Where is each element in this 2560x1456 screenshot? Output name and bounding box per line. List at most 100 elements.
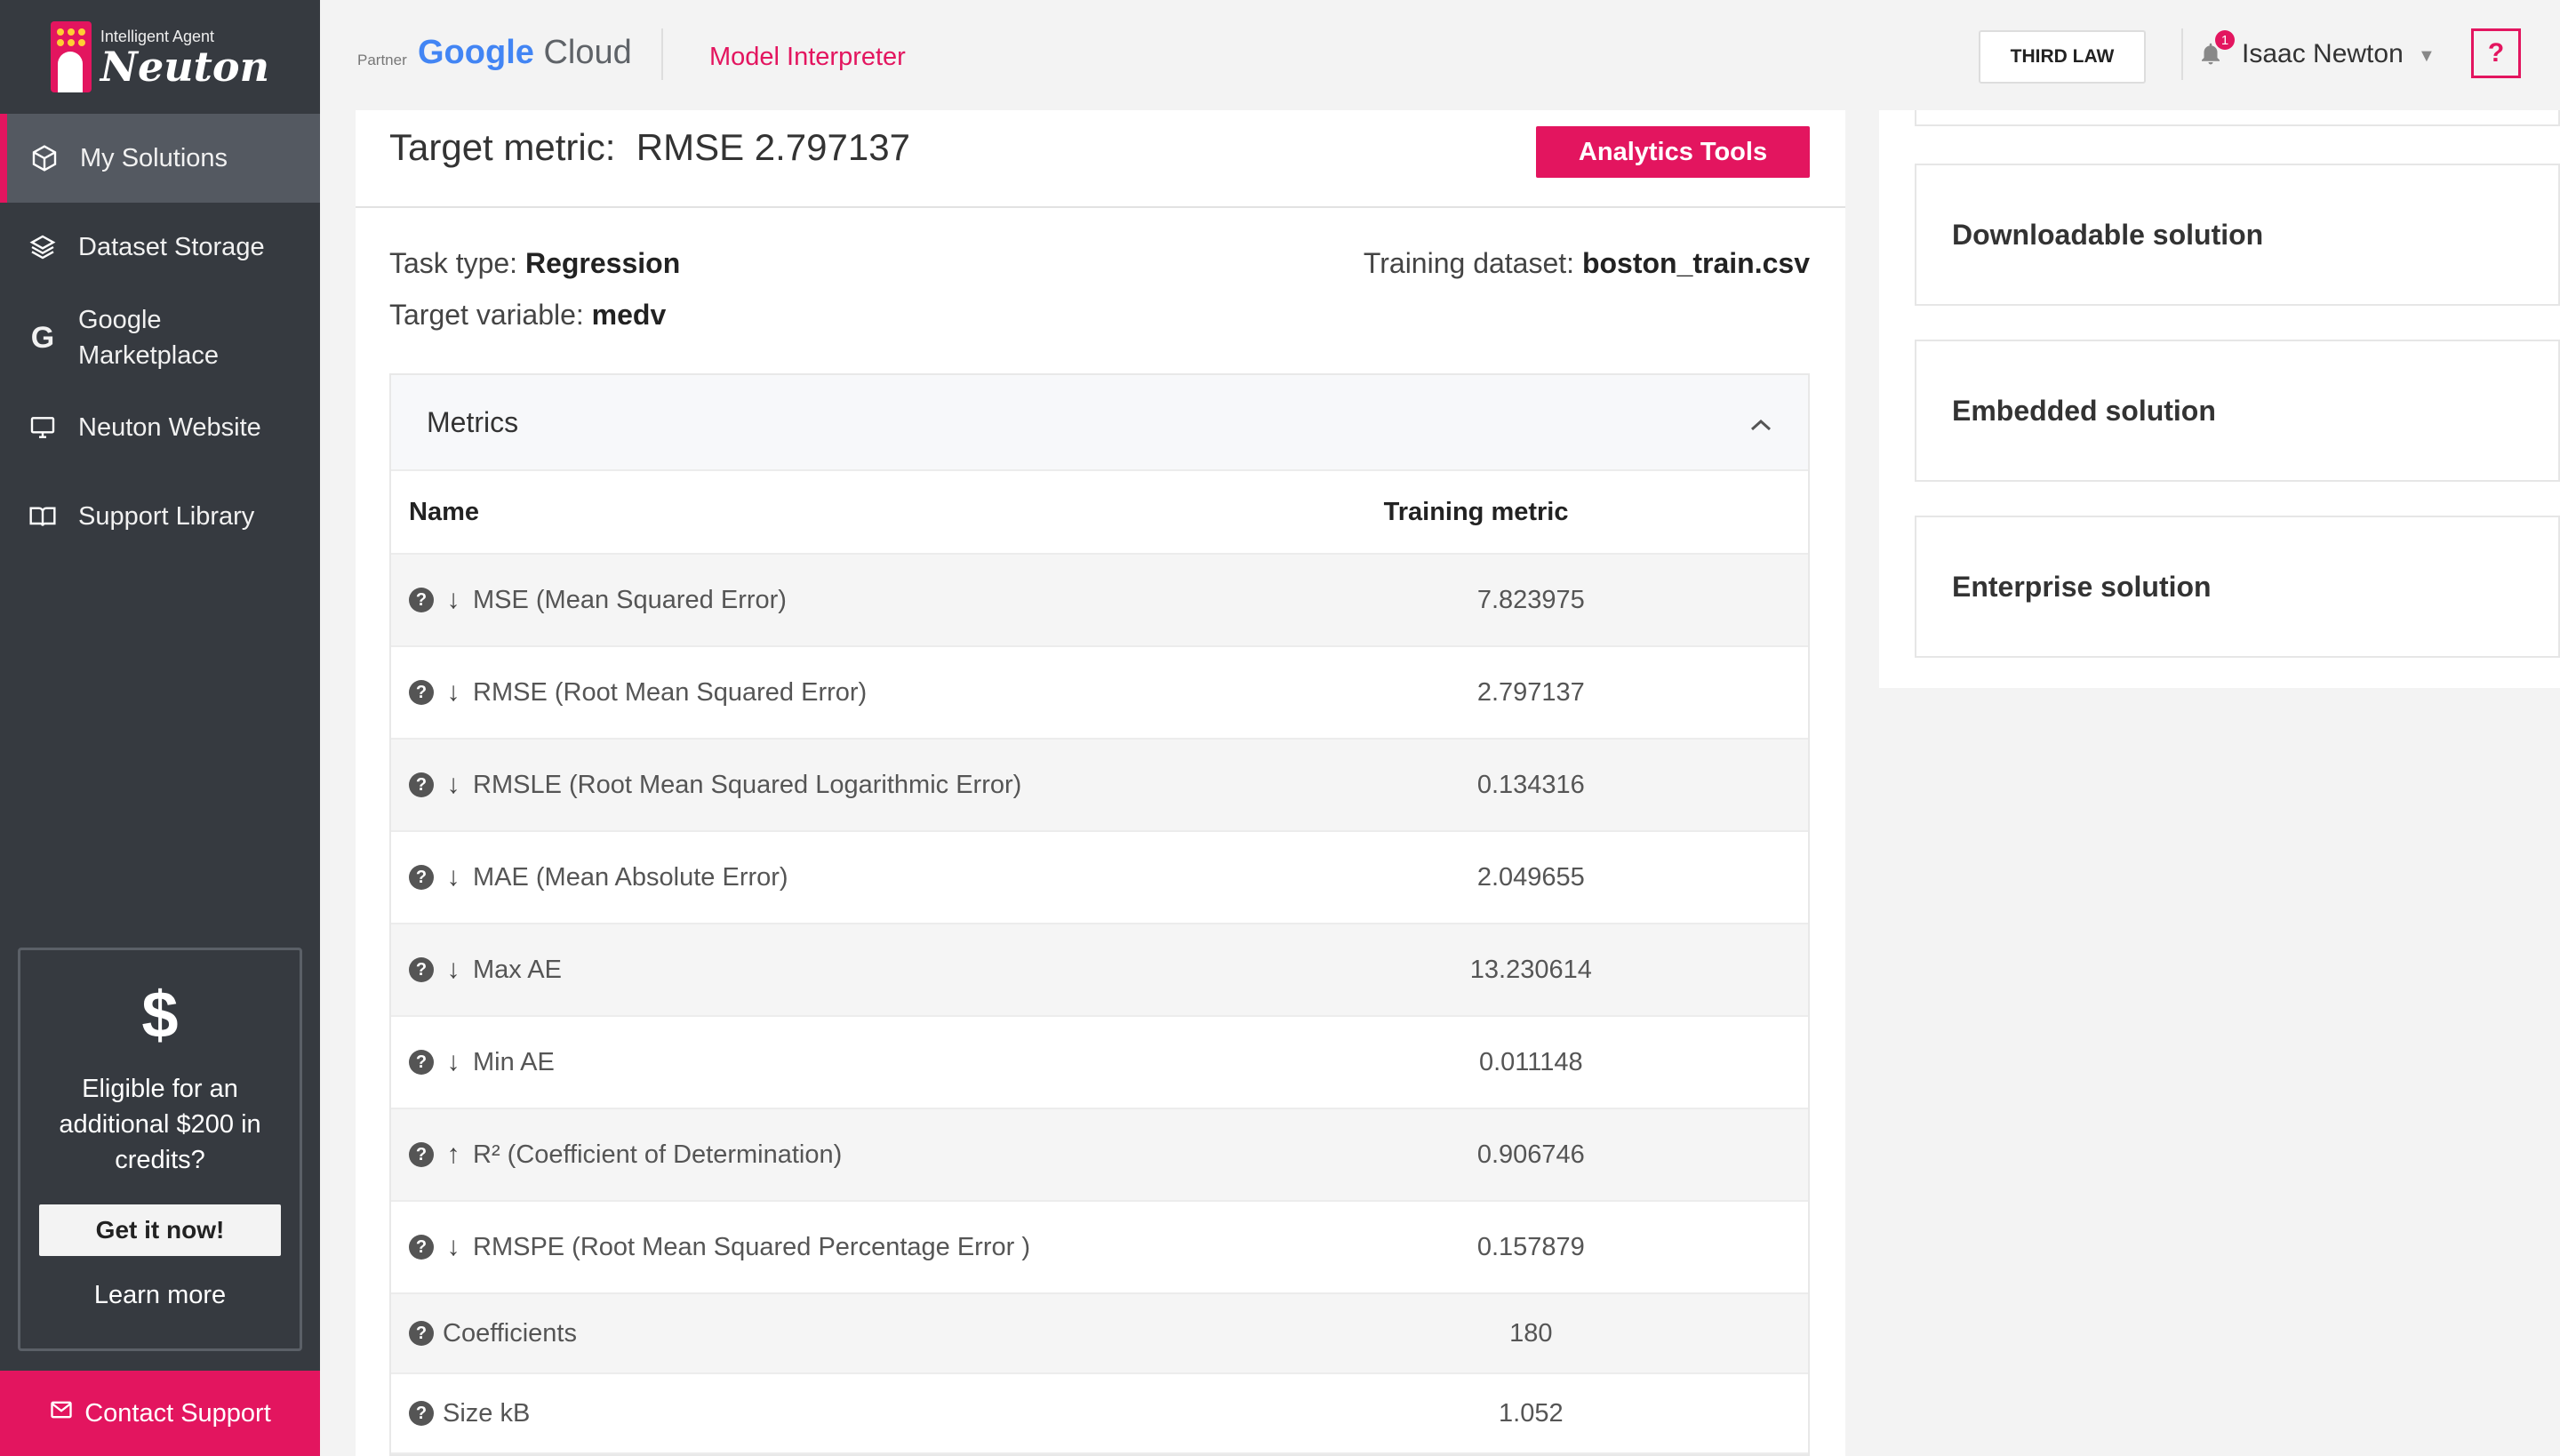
target-metric-value: RMSE 2.797137 [636,126,910,168]
arrow-down-icon: ↓ [446,770,460,799]
arrow-down-icon: ↓ [446,677,460,707]
metric-value: 0.134316 [1476,770,1585,799]
metric-name: Coefficients [443,1318,577,1348]
help-circle-icon[interactable]: ? [409,1050,434,1075]
metric-value: 180 [1509,1318,1553,1348]
metric-name: RMSE (Root Mean Squared Error) [473,677,868,707]
logo-name: Neuton [100,42,270,91]
help-button[interactable]: ? [2471,28,2521,78]
metric-value: 7.823975 [1476,585,1585,614]
sidebar-item-label: Neuton Website [78,412,261,442]
help-circle-icon[interactable]: ? [409,1142,434,1167]
training-dataset-value: boston_train.csv [1581,247,1810,279]
enterprise-solution-card[interactable]: Enterprise solution [1915,516,2560,658]
metric-value: 2.797137 [1476,677,1585,707]
help-circle-icon[interactable]: ? [409,772,434,797]
contact-support-button[interactable]: Contact Support [0,1371,320,1456]
metric-value: 13.230614 [1469,955,1592,984]
table-row: ? ↓ MSE (Mean Squared Error) 7.823975 [391,555,1808,647]
table-row: ? ↓ RMSE (Root Mean Squared Error) 2.79713… [391,647,1808,740]
help-circle-icon[interactable]: ? [409,1321,434,1346]
metric-value: 0.011148 [1478,1047,1583,1076]
column-training-metric: Training metric [1383,497,1569,526]
metrics-title: Metrics [427,405,519,438]
get-it-now-button[interactable]: Get it now! [39,1204,281,1256]
analytics-tools-button[interactable]: Analytics Tools [1536,126,1810,178]
target-variable-label: Target variable: [389,299,584,331]
sidebar-item-label: Google Marketplace [78,306,219,370]
table-row: ? ↓ Min AE 0.011148 [391,1017,1808,1109]
training-dataset: Training dataset: boston_train.csv [1364,247,1810,280]
contact-support-label: Contact Support [84,1398,271,1428]
help-circle-icon[interactable]: ? [409,865,434,890]
solution-card-partial [1915,110,2560,126]
neuton-logo-icon [50,21,92,92]
embedded-solution-card[interactable]: Embedded solution [1915,340,2560,482]
metric-name: Max AE [473,955,562,984]
neuton-logo[interactable]: Intelligent Agent Neuton [0,0,320,114]
metric-value: 2.049655 [1476,862,1585,892]
google-icon: G [30,320,55,355]
training-dataset-label: Training dataset: [1363,247,1575,279]
table-row: ? Size kB 1.052 [391,1374,1808,1454]
sidebar-item-support-library[interactable]: Support Library [0,476,320,556]
target-metric-label: Target metric: [389,126,616,168]
google-cloud-word: Cloud [543,34,632,71]
metric-name: MSE (Mean Squared Error) [473,585,787,614]
credits-promo: $ Eligible for an additional $200 in cre… [18,948,302,1351]
help-circle-icon[interactable]: ? [409,1401,434,1426]
caret-down-icon[interactable]: ▼ [2418,46,2436,67]
google-cloud-logo: Google Cloud [418,34,632,72]
workspace-button[interactable]: THIRD LAW [1979,30,2146,84]
sidebar: Intelligent Agent Neuton My Solutions Da… [0,0,320,1456]
help-circle-icon[interactable]: ? [409,680,434,705]
sidebar-item-label: Support Library [78,501,255,531]
cube-icon [28,142,60,174]
monitor-icon [27,412,59,444]
table-row: ? Coefficients 180 [391,1294,1808,1374]
sidebar-item-label: My Solutions [80,143,228,172]
task-type: Task type: Regression [389,247,680,280]
chevron-up-icon[interactable] [1749,406,1772,439]
promo-text: Eligible for an additional $200 in credi… [59,1075,261,1174]
layers-icon [27,231,59,263]
metric-value: 1.052 [1499,1398,1564,1428]
metric-value: 0.157879 [1476,1232,1585,1261]
help-circle-icon[interactable]: ? [409,957,434,982]
arrow-down-icon: ↓ [446,955,460,984]
sidebar-item-neuton-website[interactable]: Neuton Website [0,388,320,468]
metrics-column-headers: Name Training metric [391,471,1808,555]
header-divider [661,28,663,80]
target-variable-value: medv [591,299,667,331]
table-row: ? ↓ RMSPE (Root Mean Squared Percentage Er… [391,1202,1808,1294]
table-row: ? ↓ RMSLE (Root Mean Squared Logarithmic E… [391,740,1808,832]
metric-name: Min AE [473,1047,555,1076]
divider [356,206,1845,208]
mail-icon [49,1397,74,1429]
table-row: ? ↓ Max AE 13.230614 [391,924,1808,1017]
metric-name: Size kB [443,1398,531,1428]
target-metric: Target metric: RMSE 2.797137 [389,126,910,169]
solutions-panel: Downloadable solution Embedded solution … [1879,110,2560,688]
downloadable-solution-card[interactable]: Downloadable solution [1915,164,2560,306]
metric-name: RMSPE (Root Mean Squared Percentage Erro… [473,1232,1030,1261]
partner-label: Partner [357,52,407,68]
dollar-icon: $ [141,978,179,1052]
table-row: ? ↑ R² (Coefficient of Determination) 0.90… [391,1109,1808,1202]
arrow-up-icon: ↑ [446,1140,460,1169]
book-icon [27,500,59,532]
help-circle-icon[interactable]: ? [409,1235,434,1260]
model-interpreter-link[interactable]: Model Interpreter [709,43,906,72]
metrics-header[interactable]: Metrics [391,375,1808,471]
sidebar-item-label: Dataset Storage [78,232,265,261]
learn-more-link[interactable]: Learn more [20,1281,300,1310]
help-circle-icon[interactable]: ? [409,588,434,612]
google-cloud-brand: Google [418,34,534,71]
task-type-label: Task type: [389,247,518,279]
sidebar-item-dataset-storage[interactable]: Dataset Storage [0,206,320,288]
target-variable: Target variable: medv [389,299,666,332]
sidebar-item-my-solutions[interactable]: My Solutions [0,114,320,203]
sidebar-item-google-marketplace[interactable]: G Google Marketplace [0,293,320,382]
arrow-down-icon: ↓ [446,1232,460,1261]
user-menu[interactable]: Isaac Newton [2242,39,2404,69]
